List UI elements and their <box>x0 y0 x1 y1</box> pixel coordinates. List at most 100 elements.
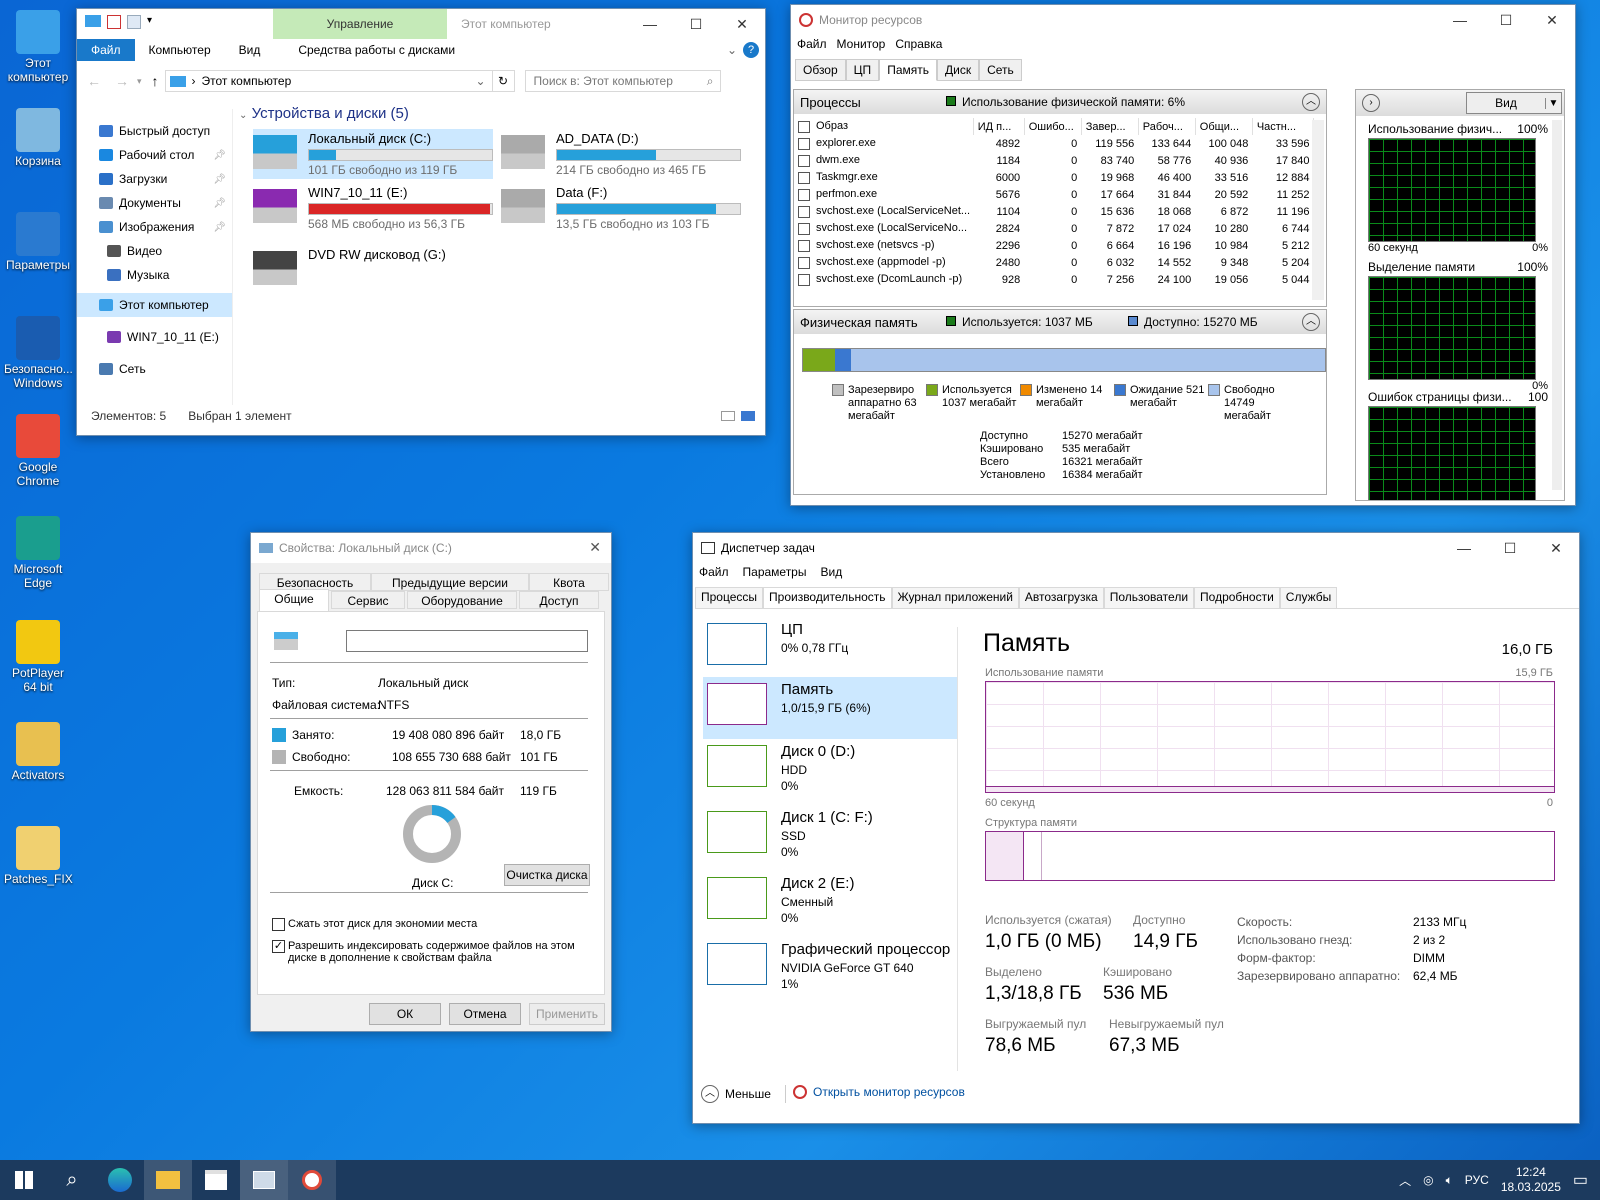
help-icon[interactable]: ? <box>743 42 759 58</box>
taskmgr-tab[interactable]: Журнал приложений <box>891 587 1019 608</box>
taskmgr-tab[interactable]: Автозагрузка <box>1018 587 1104 608</box>
taskmgr-taskbar-button[interactable] <box>240 1160 288 1200</box>
table-scrollbar[interactable] <box>1312 120 1324 300</box>
refresh-icon[interactable]: ↻ <box>492 70 515 92</box>
table-row[interactable]: svchost.exe (appmodel -p) 2480 0 6 032 14 55… <box>794 254 1314 271</box>
resmon-taskbar-button[interactable] <box>288 1160 336 1200</box>
sidebar-item[interactable]: Этот компьютер <box>77 293 232 317</box>
properties-tab[interactable]: Оборудование <box>407 591 517 609</box>
address-dropdown-icon[interactable]: ⌄ <box>475 74 485 88</box>
tab-file[interactable]: Файл <box>77 39 135 61</box>
up-icon[interactable]: ↑ <box>152 73 159 89</box>
column-header[interactable]: Завер... <box>1081 118 1139 135</box>
row-checkbox[interactable] <box>798 188 810 201</box>
minimize-icon[interactable]: — <box>1437 5 1483 35</box>
collapse-icon[interactable]: ︿ <box>1302 313 1320 331</box>
sidebar-item[interactable]: Изображения 📌︎ <box>77 215 232 239</box>
desktop-icon[interactable]: PotPlayer 64 bit <box>4 620 72 694</box>
desktop-icon[interactable]: Activators <box>4 722 72 782</box>
properties-tab[interactable]: Предыдущие версии <box>371 573 529 591</box>
perf-sidebar-item[interactable]: Диск 1 (C: F:) SSD 0% <box>703 805 957 867</box>
perf-sidebar-item[interactable]: Память 1,0/15,9 ГБ (6%) <box>703 677 957 739</box>
collapse-icon[interactable]: ︿ <box>1302 93 1320 111</box>
forward-icon[interactable]: → <box>115 73 129 89</box>
resmon-tab[interactable]: Сеть <box>979 59 1022 81</box>
menu-item[interactable]: Файл <box>797 37 827 51</box>
index-checkbox[interactable]: ✓ <box>272 940 285 953</box>
menu-item[interactable]: Параметры <box>743 565 807 579</box>
drive-item[interactable]: WIN7_10_11 (E:) 568 МБ свободно из 56,3 Г… <box>253 183 493 233</box>
notifications-icon[interactable]: ▭ <box>1573 1170 1588 1190</box>
tab-drive-tools[interactable]: Средства работы с дисками <box>284 39 469 61</box>
perf-sidebar-item[interactable]: Диск 0 (D:) HDD 0% <box>703 739 957 801</box>
close-icon[interactable]: ✕ <box>719 9 765 39</box>
customize-toolbar-icon[interactable]: ▾ <box>147 15 152 29</box>
desktop-icon[interactable]: Этот компьютер <box>4 10 72 84</box>
column-header[interactable]: Частн... <box>1252 118 1315 135</box>
table-row[interactable]: dwm.exe 1184 0 83 740 58 776 40 936 17 840 <box>794 152 1314 169</box>
maximize-icon[interactable]: ☐ <box>1483 5 1529 35</box>
perf-sidebar-item[interactable]: Графический процессор NVIDIA GeForce GT 6… <box>703 937 957 999</box>
clock[interactable]: 12:24 18.03.2025 <box>1501 1165 1561 1195</box>
column-header[interactable]: Образ <box>794 118 974 135</box>
properties-tab[interactable]: Общие <box>259 589 329 611</box>
search-box[interactable]: Поиск в: Этот компьютер ⌕ <box>524 70 721 92</box>
column-header[interactable]: Общи... <box>1195 118 1253 135</box>
desktop-icon[interactable]: Корзина <box>4 108 72 168</box>
ribbon-context-tab[interactable]: Управление <box>273 9 447 39</box>
sidebar-item[interactable]: Быстрый доступ <box>77 119 232 143</box>
taskmgr-tab[interactable]: Подробности <box>1194 587 1280 608</box>
disk-cleanup-button[interactable]: Очистка диска <box>504 864 590 886</box>
recent-icon[interactable]: ▾ <box>137 76 142 87</box>
close-icon[interactable]: ✕ <box>1529 5 1575 35</box>
taskmgr-tab[interactable]: Службы <box>1279 587 1338 608</box>
sidebar-item[interactable]: Документы 📌︎ <box>77 191 232 215</box>
graph-scrollbar[interactable] <box>1552 120 1562 490</box>
column-header[interactable]: Ошибо... <box>1024 118 1082 135</box>
table-row[interactable]: Taskmgr.exe 6000 0 19 968 46 400 33 516 12 884 <box>794 169 1314 186</box>
desktop-icon[interactable]: Microsoft Edge <box>4 516 72 590</box>
drive-item[interactable]: Локальный диск (C:) 101 ГБ свободно из 11… <box>253 129 493 179</box>
processes-header[interactable]: Процессы Использование физической памяти… <box>794 90 1326 114</box>
minimize-icon[interactable]: — <box>1441 533 1487 563</box>
ribbon-expand-icon[interactable]: ⌄ <box>721 39 743 61</box>
select-all-checkbox[interactable] <box>798 120 810 133</box>
properties-tab[interactable]: Квота <box>529 573 609 591</box>
details-view-icon[interactable] <box>721 411 735 421</box>
ok-button[interactable]: ОК <box>369 1003 441 1025</box>
drive-item[interactable]: Data (F:) 13,5 ГБ свободно из 103 ГБ <box>501 183 741 233</box>
desktop-icon[interactable]: Параметры <box>4 212 72 272</box>
table-row[interactable]: svchost.exe (LocalServiceNet... 1104 0 15 6… <box>794 203 1314 220</box>
desktop-icon[interactable]: Patches_FIX <box>4 826 73 886</box>
address-bar[interactable]: › Этот компьютер ⌄ <box>164 70 493 92</box>
sidebar-item[interactable]: Музыка <box>77 263 232 287</box>
row-checkbox[interactable] <box>798 171 810 184</box>
resmon-tab[interactable]: Обзор <box>795 59 846 81</box>
menu-item[interactable]: Вид <box>820 565 842 579</box>
search-button[interactable]: ⌕ <box>48 1160 96 1200</box>
new-folder-icon[interactable] <box>127 15 141 29</box>
table-row[interactable]: svchost.exe (DcomLaunch -p) 928 0 7 256 24 1… <box>794 271 1314 288</box>
open-resmon-link[interactable]: Открыть монитор ресурсов <box>793 1085 965 1099</box>
taskmgr-tab[interactable]: Процессы <box>695 587 764 608</box>
row-checkbox[interactable] <box>798 239 810 252</box>
view-dropdown[interactable]: Вид ▼ <box>1466 92 1562 114</box>
close-icon[interactable]: ✕ <box>1533 533 1579 563</box>
column-header[interactable]: Рабоч... <box>1138 118 1196 135</box>
row-checkbox[interactable] <box>798 273 810 286</box>
row-checkbox[interactable] <box>798 222 810 235</box>
volume-icon[interactable]: 🔈︎ <box>1446 1173 1453 1188</box>
menu-item[interactable]: Справка <box>895 37 942 51</box>
expand-arrow-icon[interactable]: › <box>1362 94 1380 112</box>
edge-taskbar-button[interactable] <box>96 1160 144 1200</box>
table-row[interactable]: svchost.exe (netsvcs -p) 2296 0 6 664 16 196… <box>794 237 1314 254</box>
properties-tab[interactable]: Сервис <box>331 591 405 609</box>
taskmgr-tab[interactable]: Пользователи <box>1103 587 1195 608</box>
fewer-details-button[interactable]: ︿ Меньше <box>701 1085 771 1103</box>
sidebar-item[interactable]: Видео <box>77 239 232 263</box>
explorer-taskbar-button[interactable] <box>144 1160 192 1200</box>
row-checkbox[interactable] <box>798 137 810 150</box>
properties-icon[interactable] <box>107 15 121 29</box>
collapse-icon[interactable]: ⌄ <box>239 110 247 121</box>
menu-item[interactable]: Файл <box>699 565 729 579</box>
